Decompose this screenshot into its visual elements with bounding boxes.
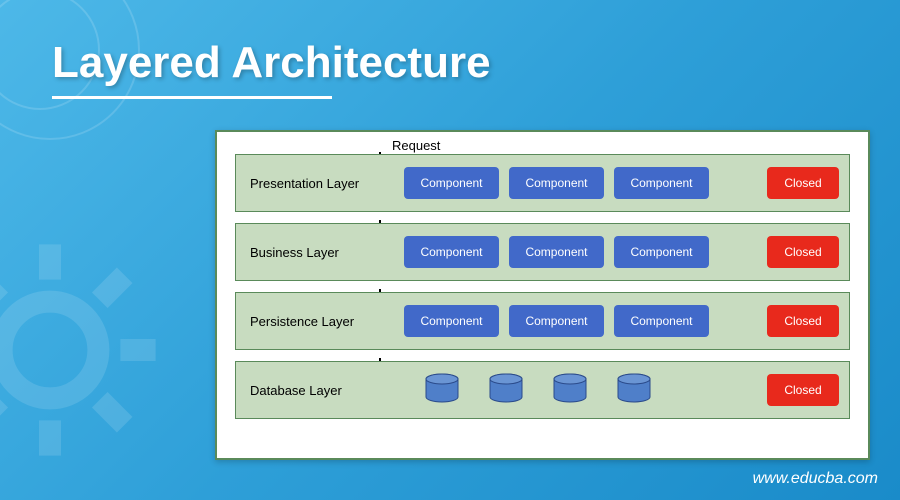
layer-label: Presentation Layer [250, 176, 376, 191]
layer-label: Business Layer [250, 245, 376, 260]
database-icon [616, 373, 652, 407]
persistence-layer: Persistence Layer Component Component Co… [235, 292, 850, 350]
presentation-layer: Presentation Layer Component Component C… [235, 154, 850, 212]
status-badge: Closed [767, 305, 839, 337]
layer-label: Database Layer [250, 383, 376, 398]
status-badge: Closed [767, 236, 839, 268]
component-box: Component [614, 236, 709, 268]
component-box: Component [404, 305, 499, 337]
component-box: Component [404, 167, 499, 199]
component-box: Component [509, 236, 604, 268]
title-underline [52, 96, 332, 99]
business-layer: Business Layer Component Component Compo… [235, 223, 850, 281]
watermark: www.educba.com [753, 470, 878, 488]
database-icon [488, 373, 524, 407]
gear-icon [0, 240, 160, 460]
database-layer: Database Layer Closed [235, 361, 850, 419]
layer-label: Persistence Layer [250, 314, 376, 329]
database-icon [424, 373, 460, 407]
status-badge: Closed [767, 167, 839, 199]
database-icon [552, 373, 588, 407]
component-box: Component [509, 167, 604, 199]
status-badge: Closed [767, 374, 839, 406]
component-box: Component [509, 305, 604, 337]
architecture-diagram: Request Presentation Layer Component Com… [215, 130, 870, 460]
page-title: Layered Architecture [52, 38, 491, 88]
request-label: Request [392, 138, 440, 153]
component-box: Component [614, 167, 709, 199]
component-box: Component [614, 305, 709, 337]
component-box: Component [404, 236, 499, 268]
